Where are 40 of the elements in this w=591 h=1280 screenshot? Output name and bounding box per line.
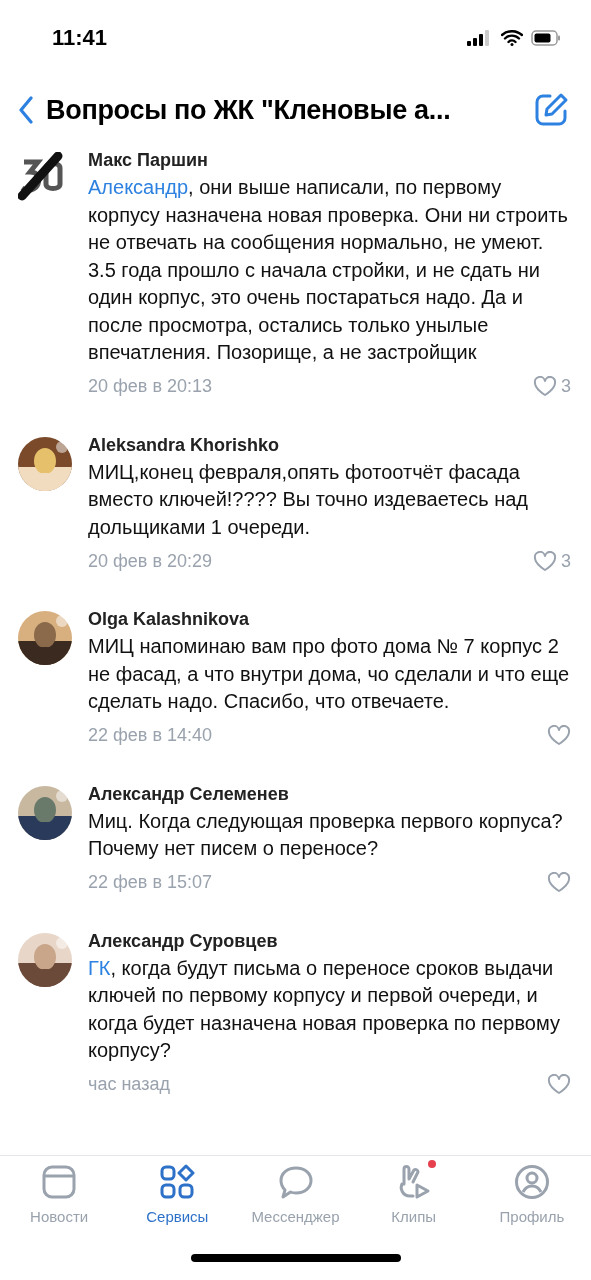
comment-time: 20 фев в 20:29 xyxy=(88,550,212,572)
page-title: Вопросы по ЖК "Кленовые а... xyxy=(46,94,452,126)
tab-item[interactable]: Клипы xyxy=(354,1164,473,1254)
comment-author[interactable]: Александр Суровцев xyxy=(88,928,278,953)
comment-author[interactable]: Olga Kalashnikova xyxy=(88,607,250,631)
battery-icon xyxy=(531,30,561,46)
comment-author[interactable]: Aleksandra Khorishko xyxy=(88,432,280,457)
status-time: 11:41 xyxy=(52,25,108,51)
wifi-icon xyxy=(501,30,523,46)
comment-author[interactable]: Александр Селеменев xyxy=(88,781,289,806)
mention-link[interactable]: Александр xyxy=(88,176,189,198)
comment-time: час назад xyxy=(88,1074,170,1095)
comment-time: 22 фев в 14:40 xyxy=(88,725,212,746)
compose-icon[interactable] xyxy=(533,92,569,128)
comment-time: 22 фев в 15:07 xyxy=(88,872,212,893)
like-count: 3 xyxy=(561,376,571,397)
news-icon xyxy=(41,1164,78,1200)
tab-item[interactable]: Профиль xyxy=(472,1164,591,1254)
services-icon xyxy=(159,1164,196,1200)
comment-text: МИЦ напоминаю вам про фото дома № 7 корпус 2 не фасад, а что внутри дома, чо сделали и что еще сделать надо. Спасибо, что отвечаете. xyxy=(88,634,571,714)
comment-text: Миц. Когда следующая проверка первого корпуса? Почему нет писем о переносе? xyxy=(88,808,564,861)
tab-item[interactable]: Мессенджер xyxy=(236,1164,355,1254)
notification-dot xyxy=(427,1160,436,1168)
comment-text: Александр, они выше написали, по первому корпусу назначена новая проверка. Они ни строить не отвечать на сообщения нормально, не умеют. 3.5 года прошло с начала стройки, и не сдать ни один корпус, это очень постараться надо. Да и после просмотра, остались только унылые впечатления. Позорище, а не застройщик xyxy=(88,175,569,365)
comment-author[interactable]: Макс Паршин xyxy=(88,148,208,172)
comment-text: ГК, когда будут письма о переносе сроков выдачи ключей по первому корпусу и первой очереди, и когда будет назначена новая проверка по первому корпусу? xyxy=(88,955,561,1063)
mention-link[interactable]: ГК xyxy=(88,956,111,979)
heart-icon[interactable] xyxy=(533,550,557,572)
heart-icon[interactable] xyxy=(547,1074,571,1095)
chat-icon xyxy=(277,1164,314,1200)
heart-icon[interactable] xyxy=(547,872,571,893)
heart-icon[interactable] xyxy=(533,376,557,397)
comment-text: МИЦ,конец февраля,опять фотоотчёт фасада вместо ключей!???? Вы точно издеваетесь над дольщиками 1 очереди. xyxy=(88,459,529,540)
profile-icon xyxy=(513,1164,550,1200)
comment-time: 20 фев в 20:13 xyxy=(88,376,212,397)
back-icon[interactable] xyxy=(18,96,34,124)
tab-item[interactable]: Сервисы xyxy=(118,1164,237,1254)
heart-icon[interactable] xyxy=(547,725,571,746)
tab-item[interactable]: Новости xyxy=(0,1164,119,1254)
like-count: 3 xyxy=(561,550,571,572)
